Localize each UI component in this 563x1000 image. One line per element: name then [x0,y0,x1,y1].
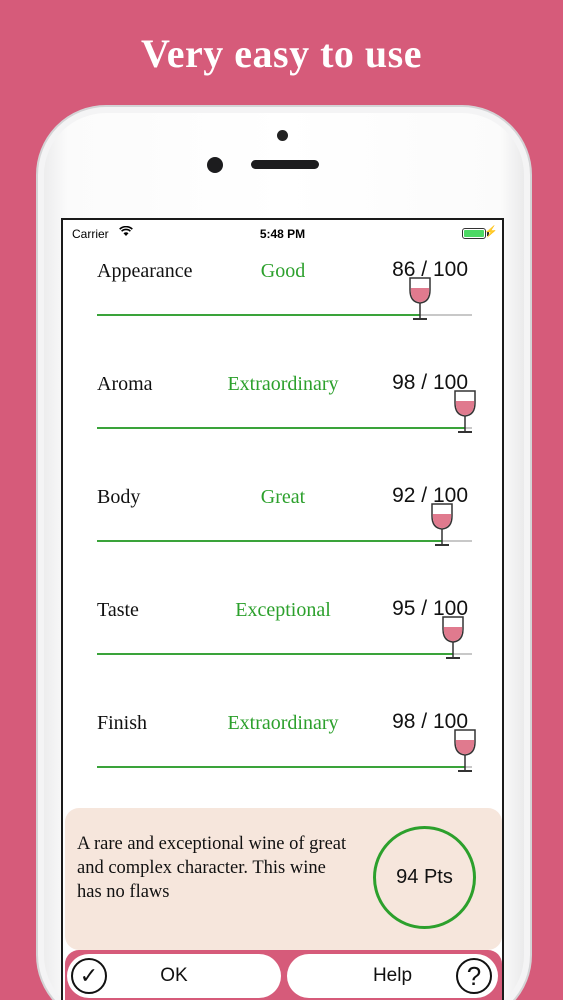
summary-text: A rare and exceptional wine of great and… [77,834,347,902]
category-rating: Extraordinary [227,373,339,395]
category-name: Aroma [97,373,153,395]
rating-slider[interactable] [97,540,472,542]
charging-icon: ⚡ [484,226,498,238]
summary-panel: A rare and exceptional wine of great and… [65,808,502,950]
help-button[interactable]: Help ? [287,954,498,998]
category-rating: Extraordinary [227,712,339,734]
slider-fill [97,427,465,429]
wine-glass-icon[interactable] [429,502,455,548]
earpiece-speaker [251,160,319,169]
category-row: Body Great 92 / 100 [63,484,502,598]
status-time: 5:48 PM [259,227,306,241]
points-badge: 94 Pts [373,826,476,929]
category-rating: Exceptional [235,599,331,621]
bottom-toolbar: ✓ OK Help ? [65,950,502,1000]
category-name: Appearance [97,260,193,282]
phone-screen: Carrier 5:48 PM ⚡ Appearance Good 86 / 100… [61,218,504,1000]
headline: Very easy to use [141,31,422,76]
question-circle-icon: ? [456,958,492,994]
slider-fill [97,653,454,655]
category-row: Taste Exceptional 95 / 100 [63,597,502,711]
rating-slider[interactable] [97,427,472,429]
category-row: Aroma Extraordinary 98 / 100 [63,371,502,485]
wine-glass-icon[interactable] [407,276,433,322]
wine-glass-icon[interactable] [440,615,466,661]
ok-button-label: OK [160,965,188,986]
sensor-dot [277,130,288,141]
front-camera [207,157,223,173]
wine-glass-icon[interactable] [452,389,478,435]
slider-fill [97,314,420,316]
category-name: Body [97,486,141,508]
slider-fill [97,540,442,542]
category-name: Taste [97,599,139,621]
status-bar: Carrier 5:48 PM ⚡ [63,220,502,248]
slider-fill [97,766,465,768]
category-rating: Good [260,260,306,282]
category-name: Finish [97,712,148,734]
wine-glass-icon[interactable] [452,728,478,774]
battery-icon [462,228,489,239]
category-rating: Great [260,486,306,508]
rating-slider[interactable] [97,653,472,655]
category-row: Appearance Good 86 / 100 [63,258,502,372]
ok-button[interactable]: ✓ OK [67,954,281,998]
rating-slider[interactable] [97,766,472,768]
